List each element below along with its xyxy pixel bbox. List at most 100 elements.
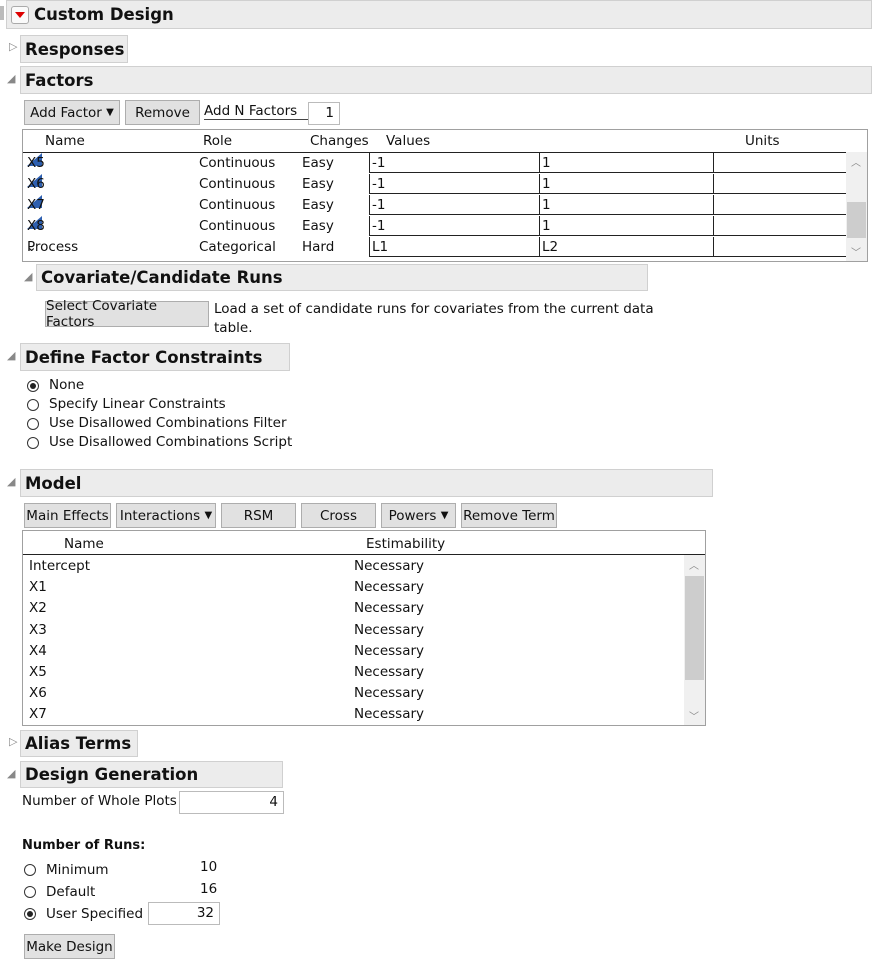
factor-changes[interactable]: Hard [302, 237, 334, 258]
factor-high-value[interactable]: L2 [539, 237, 713, 257]
factor-low-value[interactable]: -1 [369, 153, 539, 173]
dropdown-arrow-icon: ▼ [106, 107, 114, 118]
factor-units[interactable] [713, 153, 847, 173]
factor-units[interactable] [713, 195, 847, 215]
factor-changes[interactable]: Easy [302, 195, 334, 216]
model-term-row[interactable]: X2 Necessary [23, 598, 683, 619]
remove-factor-button[interactable]: Remove [125, 100, 200, 125]
term-estimability[interactable]: Necessary [354, 577, 424, 598]
constraints-header[interactable]: Define Factor Constraints [20, 343, 290, 371]
dropdown-arrow-icon: ▼ [440, 510, 449, 521]
powers-button[interactable]: Powers ▼ [381, 503, 456, 528]
factor-high-value[interactable]: 1 [539, 216, 713, 236]
model-term-row[interactable]: X3 Necessary [23, 620, 683, 641]
runs-option-label[interactable]: User Specified [46, 906, 143, 922]
rsm-button[interactable]: RSM [221, 503, 296, 528]
factors-scrollbar[interactable]: ︿ ﹀ [846, 152, 867, 261]
model-scrollbar[interactable]: ︿ ﹀ [684, 555, 705, 725]
factor-name[interactable]: X6 [27, 174, 45, 195]
disclosure-open-icon[interactable]: ◢ [7, 767, 15, 780]
model-term-row[interactable]: Intercept Necessary [23, 556, 683, 577]
add-factor-button[interactable]: Add Factor ▼ [24, 100, 120, 125]
factor-name[interactable]: Process [27, 237, 78, 258]
runs-radio[interactable] [24, 908, 36, 920]
model-term-row[interactable]: X5 Necessary [23, 662, 683, 683]
disclosure-open-icon[interactable]: ◢ [7, 475, 15, 488]
factors-header[interactable]: Factors [20, 66, 872, 94]
runs-radio[interactable] [24, 864, 36, 876]
constraint-radio[interactable] [27, 418, 39, 430]
factor-row[interactable]: X7 Continuous Easy -1 1 [23, 195, 847, 216]
constraint-option-label[interactable]: Specify Linear Constraints [49, 396, 226, 412]
term-estimability[interactable]: Necessary [354, 683, 424, 704]
factor-row[interactable]: X5 Continuous Easy -1 1 [23, 153, 847, 174]
main-effects-button[interactable]: Main Effects [24, 503, 111, 528]
whole-plots-input[interactable]: 4 [179, 791, 284, 814]
term-name: X1 [29, 579, 47, 596]
factor-changes[interactable]: Easy [302, 174, 334, 195]
model-term-row[interactable]: X4 Necessary [23, 641, 683, 662]
user-specified-runs-input[interactable]: 32 [148, 902, 220, 925]
term-estimability[interactable]: Necessary [354, 556, 424, 577]
runs-option-label[interactable]: Minimum [46, 862, 109, 878]
runs-radio[interactable] [24, 886, 36, 898]
constraint-option-label[interactable]: Use Disallowed Combinations Filter [49, 415, 287, 431]
term-estimability[interactable]: Necessary [354, 641, 424, 662]
factor-low-value[interactable]: -1 [369, 174, 539, 194]
col-changes: Changes [310, 133, 369, 149]
remove-term-button[interactable]: Remove Term [461, 503, 557, 528]
term-name: X3 [29, 621, 47, 638]
factor-role: Continuous [199, 176, 276, 192]
factor-high-value[interactable]: 1 [539, 195, 713, 215]
factor-units[interactable] [713, 216, 847, 236]
disclosure-collapsed-icon[interactable]: ▷ [9, 735, 17, 748]
disclosure-collapsed-icon[interactable]: ▷ [9, 40, 17, 53]
factor-units[interactable] [713, 237, 847, 257]
alias-terms-header[interactable]: Alias Terms [20, 730, 138, 757]
term-estimability[interactable]: Necessary [354, 662, 424, 683]
disclosure-open-icon[interactable]: ◢ [24, 270, 32, 283]
add-n-factors-input[interactable]: 1 [308, 102, 340, 125]
custom-design-header: Custom Design [6, 0, 872, 29]
term-estimability[interactable]: Necessary [354, 598, 424, 619]
disclosure-open-icon[interactable]: ◢ [7, 72, 15, 85]
runs-value: 10 [200, 859, 218, 875]
model-term-row[interactable]: X6 Necessary [23, 683, 683, 704]
term-estimability[interactable]: Necessary [354, 620, 424, 641]
factor-name[interactable]: X8 [27, 216, 45, 237]
constraint-radio[interactable] [27, 399, 39, 411]
model-term-row[interactable]: X1 Necessary [23, 577, 683, 598]
cross-button[interactable]: Cross [301, 503, 376, 528]
constraint-radio[interactable] [27, 437, 39, 449]
select-covariate-factors-button[interactable]: Select Covariate Factors [45, 298, 209, 330]
model-header[interactable]: Model [20, 469, 713, 497]
covariate-header[interactable]: Covariate/Candidate Runs [36, 264, 648, 291]
factor-name[interactable]: X7 [27, 195, 45, 216]
factor-changes[interactable]: Easy [302, 153, 334, 174]
factor-row[interactable]: X6 Continuous Easy -1 1 [23, 174, 847, 195]
factor-high-value[interactable]: 1 [539, 174, 713, 194]
factor-row[interactable]: X8 Continuous Easy -1 1 [23, 216, 847, 237]
factor-low-value[interactable]: -1 [369, 216, 539, 236]
factor-low-value[interactable]: -1 [369, 195, 539, 215]
red-triangle-menu-icon[interactable] [11, 5, 29, 24]
model-term-row[interactable]: X7 Necessary [23, 704, 683, 725]
factor-changes[interactable]: Easy [302, 216, 334, 237]
dropdown-arrow-icon: ▼ [204, 510, 213, 521]
constraint-option-label[interactable]: Use Disallowed Combinations Script [49, 434, 292, 450]
make-design-button[interactable]: Make Design [24, 934, 115, 959]
interactions-button[interactable]: Interactions ▼ [116, 503, 216, 528]
term-name: X6 [29, 685, 47, 702]
factor-high-value[interactable]: 1 [539, 153, 713, 173]
disclosure-open-icon[interactable]: ◢ [7, 349, 15, 362]
factor-name[interactable]: X5 [27, 153, 45, 174]
constraint-option-label[interactable]: None [49, 377, 84, 393]
term-estimability[interactable]: Necessary [354, 704, 424, 725]
constraint-radio[interactable] [27, 380, 39, 392]
design-generation-header[interactable]: Design Generation [20, 761, 283, 788]
responses-header[interactable]: Responses [20, 35, 128, 63]
runs-option-label[interactable]: Default [46, 884, 95, 900]
factor-low-value[interactable]: L1 [369, 237, 539, 257]
factor-row[interactable]: ⌄ Process Categorical Hard L1 L2 [23, 237, 847, 258]
factor-units[interactable] [713, 174, 847, 194]
